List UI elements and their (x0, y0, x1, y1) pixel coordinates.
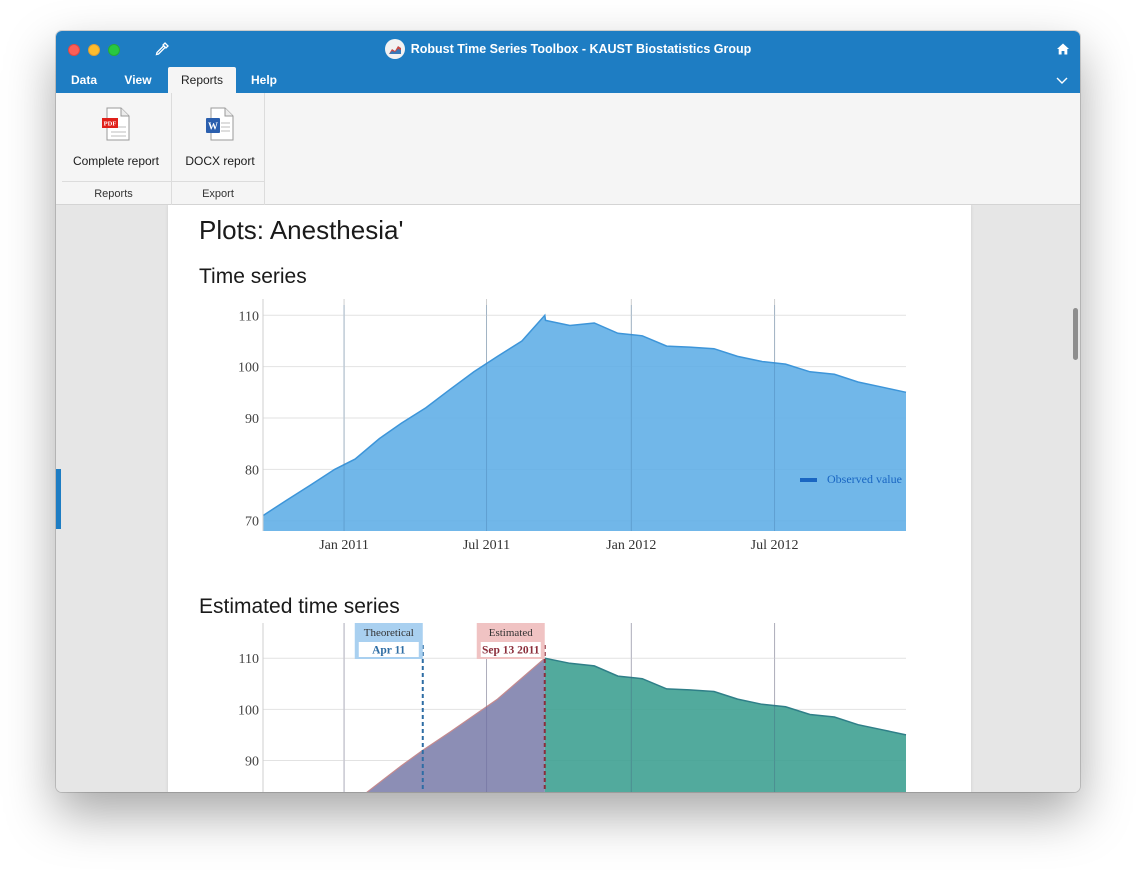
app-logo-icon (384, 39, 405, 59)
x-tick-label: Jul 2011 (463, 538, 510, 553)
estimated-marker-date: Sep 13 2011 (482, 645, 540, 657)
docx-report-label: DOCX report (185, 154, 255, 168)
legend-swatch (800, 478, 817, 482)
y-tick-label: 100 (238, 703, 259, 718)
y-tick-label: 110 (239, 309, 259, 324)
report-viewport[interactable]: Plots: Anesthesia' Time series 70 80 90 100… (56, 205, 1080, 792)
y-tick-label: 90 (245, 755, 259, 770)
complete-report-label: Complete report (72, 154, 160, 168)
ribbon-panel: PDF Complete report Reports W DOCX repor… (56, 93, 1080, 205)
tab-reports[interactable]: Reports (168, 67, 236, 93)
docx-report-button[interactable]: W DOCX report (176, 93, 264, 181)
estimated-area (544, 658, 906, 792)
y-tick-label: 70 (245, 515, 259, 530)
title-bar: Robust Time Series Toolbox - KAUST Biost… (56, 31, 1080, 67)
word-document-icon: W (206, 107, 234, 141)
legend-label: Observed value (827, 472, 902, 486)
x-tick-label: Jan 2012 (606, 538, 656, 553)
section-heading-time-series: Time series (199, 265, 307, 288)
panel-resize-handle[interactable] (56, 469, 61, 529)
report-page: Plots: Anesthesia' Time series 70 80 90 100… (168, 205, 971, 792)
x-tick-label: Jul 2012 (751, 538, 799, 553)
y-tick-label: 80 (245, 463, 259, 478)
report-title: Plots: Anesthesia' (199, 215, 404, 245)
ribbon-tab-bar: Data View Reports Help (56, 67, 1080, 93)
ribbon-group-label: Export (202, 188, 234, 200)
observed-value-area (263, 315, 906, 531)
y-tick-label: 110 (239, 652, 259, 667)
tab-view[interactable]: View (114, 67, 162, 93)
tab-help[interactable]: Help (240, 67, 288, 93)
complete-report-button[interactable]: PDF Complete report (64, 93, 168, 181)
pdf-document-icon: PDF (102, 107, 130, 141)
y-tick-label: 100 (238, 361, 259, 376)
section-heading-estimated: Estimated time series (199, 595, 400, 618)
app-window: Robust Time Series Toolbox - KAUST Biost… (56, 31, 1080, 792)
theoretical-area (367, 658, 545, 792)
svg-text:PDF: PDF (104, 121, 117, 128)
x-tick-label: Jan 2011 (319, 538, 369, 553)
tab-data[interactable]: Data (60, 67, 108, 93)
svg-text:W: W (208, 122, 218, 133)
window-title: Robust Time Series Toolbox - KAUST Biost… (410, 42, 752, 56)
theoretical-marker-label: Theoretical (364, 627, 414, 639)
estimated-marker-label: Estimated (489, 627, 533, 639)
estimated-time-series-chart: 90 100 110 Theoretical Apr 11 Estimated Sep 13… (238, 623, 907, 792)
home-icon[interactable] (1056, 42, 1070, 56)
time-series-chart: 70 80 90 100 110 Jan 2011 Jul 2011 Jan 2012 Jul … (238, 299, 907, 553)
ribbon-group-reports: PDF Complete report Reports (56, 93, 172, 205)
ribbon-group-export: W DOCX report Export (172, 93, 265, 205)
vertical-scrollbar-thumb[interactable] (1073, 308, 1078, 360)
ribbon-group-label: Reports (94, 188, 133, 200)
chevron-down-icon[interactable] (1056, 75, 1068, 85)
y-tick-label: 90 (245, 412, 259, 427)
theoretical-marker-date: Apr 11 (372, 645, 406, 657)
